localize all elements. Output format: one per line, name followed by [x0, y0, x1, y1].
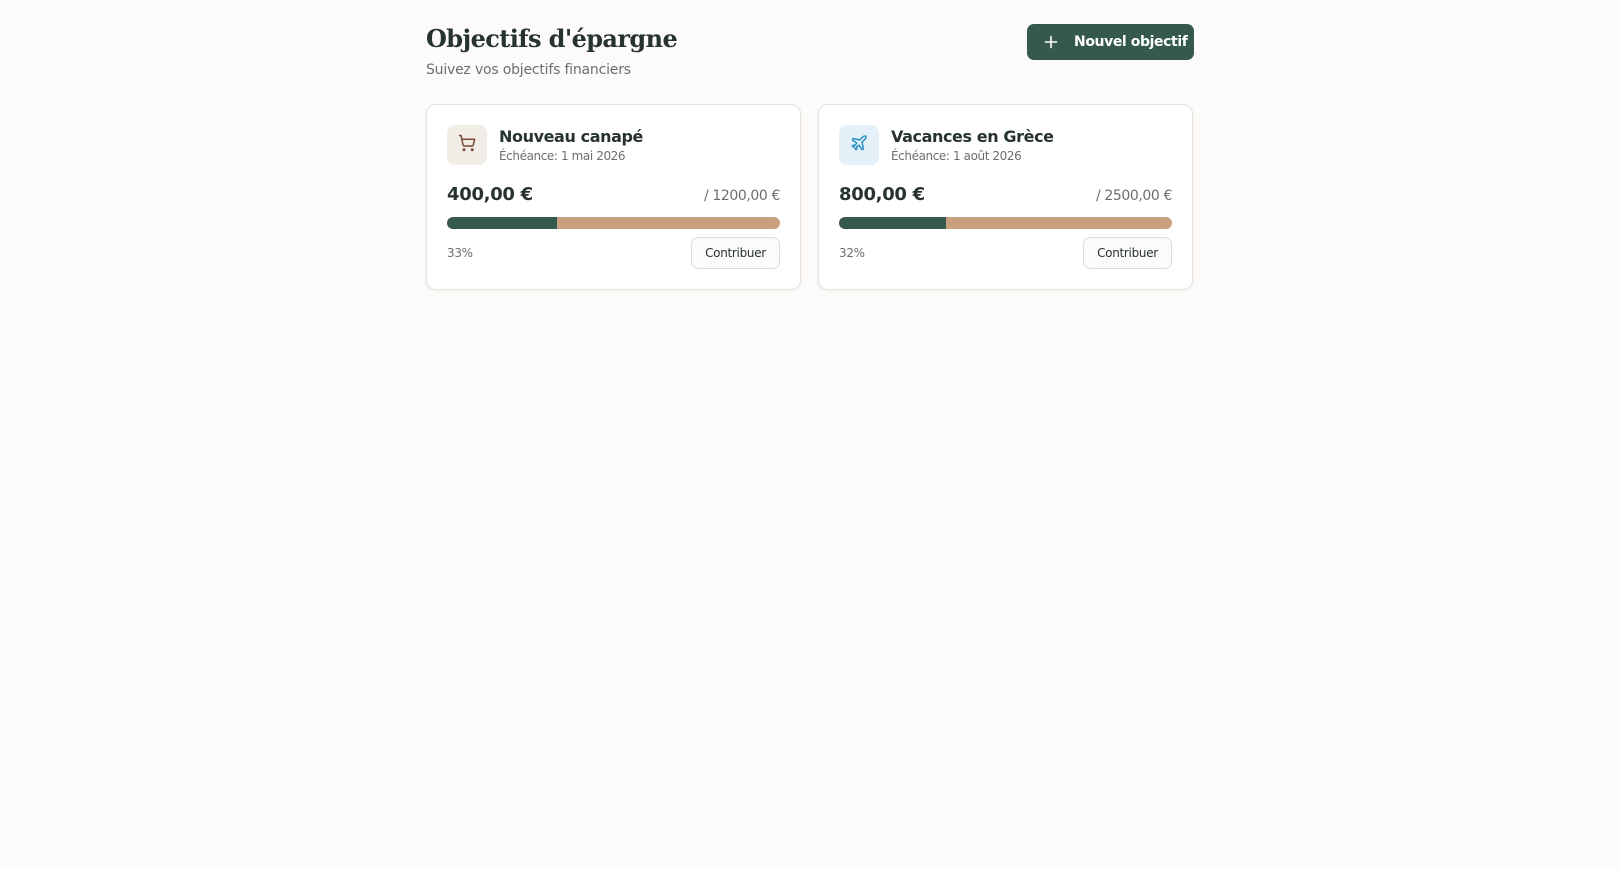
- goal-card: Vacances en Grèce Échéance: 1 août 2026 …: [818, 104, 1193, 290]
- savings-goals-page: Objectifs d'épargne Suivez vos objectifs…: [426, 0, 1194, 290]
- goal-name: Nouveau canapé: [499, 127, 643, 146]
- goal-card: Nouveau canapé Échéance: 1 mai 2026 400,…: [426, 104, 801, 290]
- plus-icon: [1044, 35, 1058, 49]
- goal-name: Vacances en Grèce: [891, 127, 1054, 146]
- page-subtitle: Suivez vos objectifs financiers: [426, 62, 631, 78]
- goal-target-amount: / 2500,00 €: [1095, 188, 1172, 204]
- new-goal-button[interactable]: Nouvel objectif: [1027, 24, 1194, 60]
- goal-progress-bar: [447, 217, 780, 229]
- goal-percent: 32%: [839, 246, 865, 260]
- goal-saved-amount: 400,00 €: [447, 184, 533, 205]
- goal-progress-fill: [839, 217, 946, 229]
- page-title: Objectifs d'épargne: [426, 24, 678, 53]
- goal-percent: 33%: [447, 246, 473, 260]
- goal-saved-amount: 800,00 €: [839, 184, 925, 205]
- goal-icon-container: [447, 125, 487, 165]
- new-goal-label: Nouvel objectif: [1074, 34, 1188, 50]
- goal-progress-bar: [839, 217, 1172, 229]
- goal-target-amount: / 1200,00 €: [703, 188, 780, 204]
- shopping-cart-icon: [458, 134, 476, 156]
- contribute-button[interactable]: Contribuer: [691, 237, 780, 269]
- plane-icon: [850, 134, 868, 156]
- goal-due-date: Échéance: 1 août 2026: [891, 149, 1022, 163]
- page-header: Objectifs d'épargne Suivez vos objectifs…: [426, 0, 1194, 104]
- goal-icon-container: [839, 125, 879, 165]
- goal-progress-fill: [447, 217, 557, 229]
- goals-list: Nouveau canapé Échéance: 1 mai 2026 400,…: [426, 104, 1194, 290]
- goal-due-date: Échéance: 1 mai 2026: [499, 149, 626, 163]
- contribute-button[interactable]: Contribuer: [1083, 237, 1172, 269]
